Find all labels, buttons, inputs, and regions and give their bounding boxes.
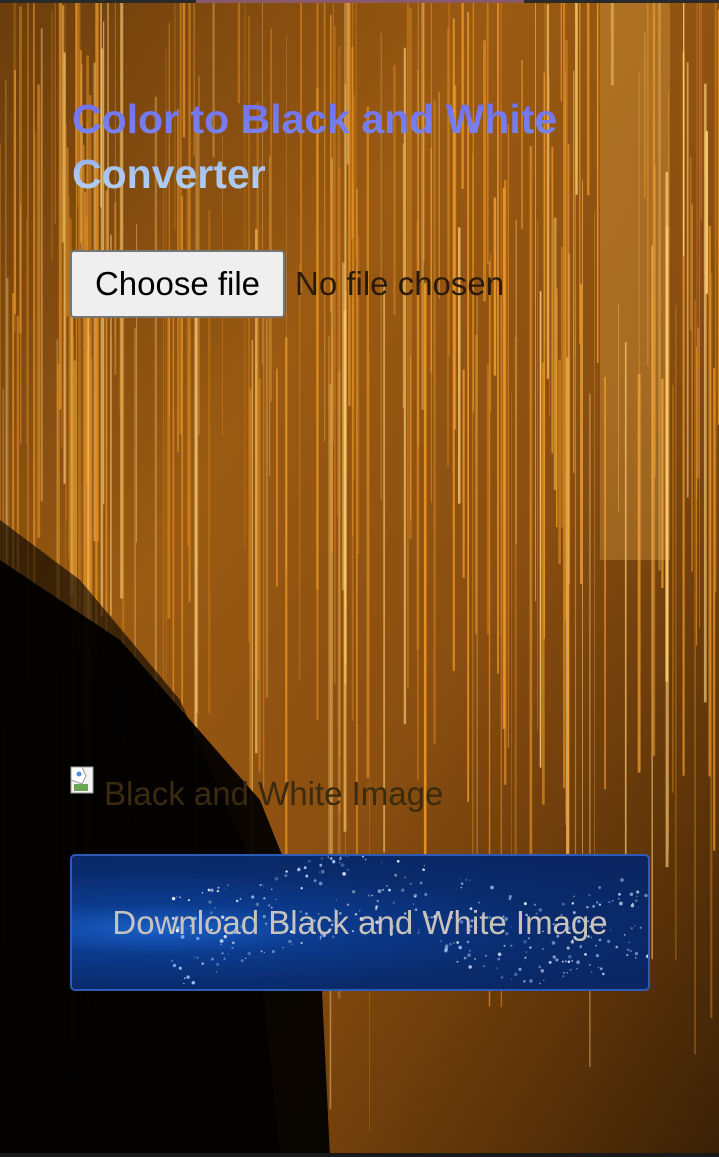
- file-status-text: No file chosen: [295, 265, 505, 302]
- result-image-alt-text: Black and White Image: [104, 775, 444, 812]
- file-input[interactable]: Choose file No file chosen: [70, 250, 504, 318]
- bottom-strip: [0, 1153, 719, 1157]
- page-title: Color to Black and White Converter: [72, 92, 632, 202]
- download-button[interactable]: Download Black and White Image: [70, 854, 650, 991]
- top-strip: [0, 0, 719, 3]
- choose-file-button[interactable]: Choose file: [70, 250, 285, 318]
- download-button-label: Download Black and White Image: [112, 903, 608, 941]
- top-strip-accent: [196, 0, 524, 3]
- result-image: Black and White Image: [70, 766, 443, 822]
- broken-image-icon: [70, 766, 94, 794]
- page: Color to Black and White Converter Choos…: [0, 0, 719, 1157]
